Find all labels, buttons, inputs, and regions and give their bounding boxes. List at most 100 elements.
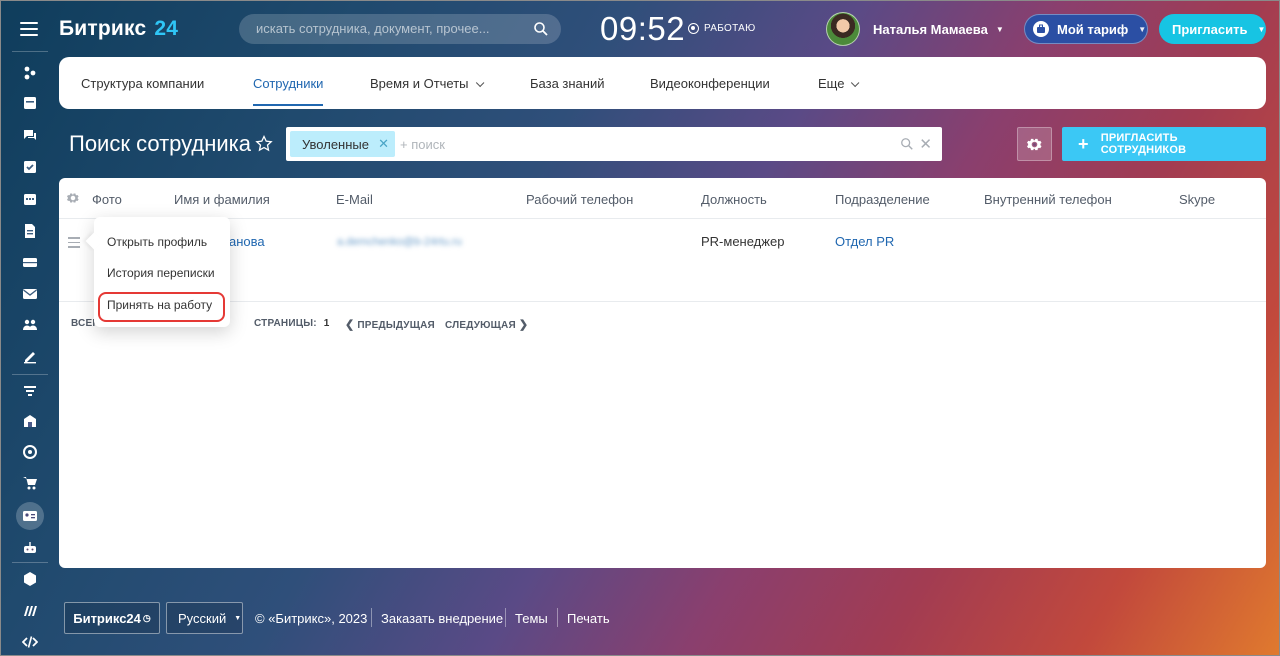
footer-logo-text: Битрикс24	[73, 610, 141, 626]
column-settings-icon[interactable]	[67, 192, 79, 204]
invite-label: Пригласить	[1172, 21, 1248, 37]
settings-button[interactable]	[1017, 127, 1052, 161]
sidebar-item-drive-icon[interactable]	[16, 248, 44, 276]
user-menu[interactable]: Наталья Мамаева ▼	[826, 12, 1004, 46]
gear-icon	[1027, 138, 1042, 150]
tab-company-structure[interactable]: Структура компании	[81, 76, 204, 91]
footer-divider	[371, 608, 372, 627]
menu-item-chat-history[interactable]: История переписки	[107, 266, 215, 280]
row-actions-icon[interactable]	[68, 237, 80, 251]
row-context-menu: Открыть профиль История переписки Принят…	[85, 217, 230, 327]
search-icon[interactable]	[533, 21, 549, 37]
sidebar-item-tasks-icon[interactable]	[16, 89, 44, 117]
filter-search-field[interactable]: Уволенные ✕ ✕	[286, 127, 942, 161]
sidebar-item-feed-icon[interactable]	[16, 59, 44, 87]
employee-department-link[interactable]: Отдел PR	[835, 234, 894, 249]
sidebar-divider	[12, 374, 48, 375]
sidebar-divider	[12, 562, 48, 563]
highlight-outline	[98, 292, 225, 322]
plus-icon: +	[1078, 134, 1089, 154]
sidebar-item-sign-icon[interactable]	[16, 342, 44, 370]
search-input[interactable]	[256, 21, 516, 36]
invite-button[interactable]: Пригласить ▼	[1159, 14, 1266, 44]
tab-more[interactable]: Еще	[818, 76, 860, 91]
filter-input[interactable]	[400, 137, 800, 152]
column-header-work-phone[interactable]: Рабочий телефон	[526, 192, 633, 207]
sidebar-divider	[12, 51, 48, 52]
pager-next-button[interactable]: СЛЕДУЮЩАЯ ❯	[445, 318, 528, 331]
close-icon[interactable]: ✕	[378, 136, 389, 152]
record-icon	[688, 23, 699, 34]
page-title: Поиск сотрудника	[69, 131, 252, 156]
chevron-right-icon: ❯	[518, 319, 529, 331]
tab-videoconferences[interactable]: Видеоконференции	[650, 76, 770, 91]
chevron-down-icon	[475, 78, 484, 88]
user-name: Наталья Мамаева	[873, 21, 988, 37]
menu-burger-icon[interactable]	[20, 22, 38, 40]
tab-time-reports[interactable]: Время и Отчеты	[370, 76, 484, 91]
column-header-photo[interactable]: Фото	[92, 192, 122, 207]
employee-position: PR-менеджер	[701, 234, 785, 249]
column-header-skype[interactable]: Skype	[1179, 192, 1215, 207]
sidebar-item-groups-icon[interactable]	[16, 311, 44, 339]
invite-employees-label: ПРИГЛАСИТЬ СОТРУДНИКОВ	[1100, 132, 1187, 156]
clear-icon[interactable]: ✕	[919, 135, 932, 153]
footer-divider	[557, 608, 558, 627]
sidebar-item-mail-icon[interactable]	[16, 280, 44, 308]
pager-pages-label: СТРАНИЦЫ:	[254, 318, 317, 329]
sidebar-item-calendar-icon[interactable]	[16, 185, 44, 213]
footer-print-link[interactable]: Печать	[567, 611, 610, 626]
tab-knowledge-base[interactable]: База знаний	[530, 76, 605, 91]
pager-prev-button[interactable]: ❮ ПРЕДЫДУЩАЯ	[345, 318, 435, 331]
clock-icon: ◷	[142, 612, 151, 623]
column-header-position[interactable]: Должность	[701, 192, 767, 207]
column-header-department[interactable]: Подразделение	[835, 192, 930, 207]
sidebar-item-market-icon[interactable]	[16, 565, 44, 593]
footer-order-link[interactable]: Заказать внедрение	[381, 611, 503, 626]
footer-divider	[505, 608, 506, 627]
employee-email[interactable]: a.demchenko@b-24rtu.ru	[337, 236, 462, 248]
filter-chip-label: Уволенные	[302, 136, 369, 152]
pager-prev-label: ПРЕДЫДУЩАЯ	[357, 320, 435, 331]
sidebar-item-checklist-icon[interactable]	[16, 153, 44, 181]
invite-employees-button[interactable]: + ПРИГЛАСИТЬ СОТРУДНИКОВ	[1062, 127, 1266, 161]
sidebar-item-bitrix-icon[interactable]	[16, 597, 44, 625]
top-tabs: Структура компании Сотрудники Время и От…	[59, 57, 1266, 109]
tab-label: Время и Отчеты	[370, 76, 469, 91]
filter-chip-fired[interactable]: Уволенные ✕	[290, 131, 395, 157]
sidebar-item-goals-icon[interactable]	[16, 438, 44, 466]
language-select[interactable]: Русский ▼	[166, 602, 243, 634]
avatar[interactable]	[826, 12, 860, 46]
star-icon[interactable]	[254, 134, 274, 154]
global-search[interactable]	[239, 14, 561, 44]
sidebar-item-robot-icon[interactable]	[16, 534, 44, 562]
tariff-button[interactable]: Мой тариф ▼	[1024, 14, 1148, 44]
column-header-internal-phone[interactable]: Внутренний телефон	[984, 192, 1112, 207]
work-status[interactable]: РАБОТАЮ	[688, 23, 756, 34]
search-icon[interactable]	[900, 137, 914, 151]
sidebar-item-employees-icon[interactable]	[16, 502, 44, 530]
sidebar-item-developer-icon[interactable]	[16, 628, 44, 656]
column-header-name[interactable]: Имя и фамилия	[174, 192, 270, 207]
employee-name-link[interactable]: анова	[229, 234, 265, 249]
language-label: Русский	[178, 610, 227, 626]
column-header-email[interactable]: E-Mail	[336, 192, 373, 207]
sidebar-item-shop-icon[interactable]	[16, 469, 44, 497]
work-status-label: РАБОТАЮ	[704, 23, 756, 34]
table-row[interactable]: анова a.demchenko@b-24rtu.ru PR-менеджер…	[59, 219, 1266, 302]
chevron-down-icon: ▼	[1257, 24, 1266, 34]
sidebar-item-filter-icon[interactable]	[16, 377, 44, 405]
app-logo[interactable]: Битрикс 24	[59, 17, 178, 41]
clock[interactable]: 09:52	[600, 10, 685, 48]
pager-pages: СТРАНИЦЫ: 1	[254, 318, 329, 329]
menu-item-open-profile[interactable]: Открыть профиль	[107, 235, 207, 249]
sidebar-item-chat-icon[interactable]	[16, 121, 44, 149]
chevron-down-icon: ▼	[995, 24, 1004, 34]
grid-header: Фото Имя и фамилия E-Mail Рабочий телефо…	[59, 178, 1266, 219]
sidebar-item-company-icon[interactable]	[16, 407, 44, 435]
pager-current-page[interactable]: 1	[324, 318, 330, 329]
tab-employees[interactable]: Сотрудники	[253, 76, 324, 106]
footer-themes-link[interactable]: Темы	[515, 611, 548, 626]
sidebar-item-documents-icon[interactable]	[16, 217, 44, 245]
footer-logo[interactable]: Битрикс24 ◷	[64, 602, 160, 634]
